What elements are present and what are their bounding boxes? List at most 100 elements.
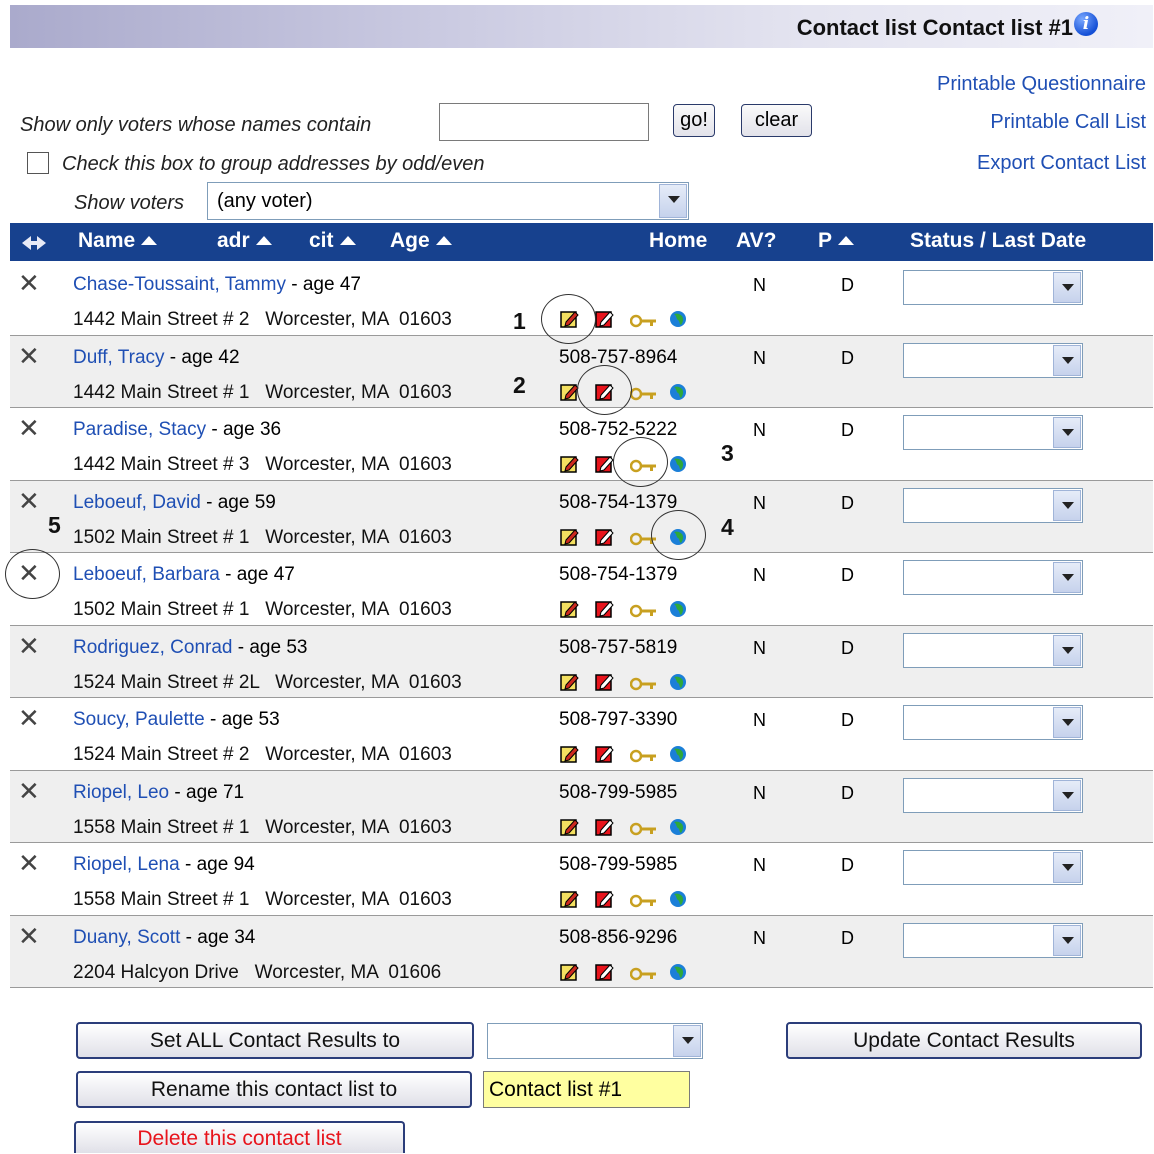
show-voters-select[interactable]: (any voter) [207, 182, 689, 220]
edit-notes-icon[interactable] [560, 599, 580, 625]
status-select[interactable] [903, 560, 1083, 595]
table-row: ✕ Riopel, Leo - age 71 1558 Main Street # … [10, 770, 1153, 843]
printable-call-list-link[interactable]: Printable Call List [990, 111, 1146, 134]
key-icon[interactable] [629, 675, 658, 698]
remove-x-icon[interactable]: ✕ [18, 778, 40, 804]
globe-icon[interactable] [669, 818, 687, 842]
export-contact-list-link[interactable]: Export Contact List [977, 152, 1146, 175]
voter-name-link[interactable]: Duany, Scott [73, 927, 180, 948]
rename-contact-list-button[interactable]: Rename this contact list to [76, 1071, 472, 1108]
remove-x-icon[interactable]: ✕ [18, 633, 40, 659]
sort-age-header[interactable]: Age [390, 229, 452, 253]
party-cell: D [841, 710, 854, 730]
group-odd-even-checkbox[interactable] [27, 152, 49, 174]
key-icon[interactable] [629, 965, 658, 988]
go-button[interactable]: go! [673, 104, 715, 137]
status-select[interactable] [903, 705, 1083, 740]
globe-icon[interactable] [669, 383, 687, 407]
voter-name-link[interactable]: Paradise, Stacy [73, 419, 206, 440]
sort-adr-header[interactable]: adr [217, 229, 272, 253]
edit-voter-icon[interactable] [595, 962, 615, 988]
voter-name-link[interactable]: Soucy, Paulette [73, 709, 205, 730]
edit-voter-icon[interactable] [595, 309, 615, 335]
printable-questionnaire-link[interactable]: Printable Questionnaire [937, 73, 1146, 96]
voter-name-link[interactable]: Leboeuf, Barbara [73, 564, 220, 585]
globe-icon[interactable] [669, 963, 687, 987]
key-icon[interactable] [629, 312, 658, 335]
annotation-4: 4 [721, 514, 734, 540]
globe-icon[interactable] [669, 745, 687, 769]
title-bar: Contact list Contact list #1 [10, 5, 1153, 48]
status-select[interactable] [903, 415, 1083, 450]
sort-ascending-icon [339, 236, 356, 245]
voter-name-link[interactable]: Chase-Toussaint, Tammy [73, 274, 286, 295]
voter-home-phone: 508-757-8964 [559, 346, 678, 368]
edit-notes-icon[interactable] [560, 962, 580, 988]
edit-voter-icon[interactable] [595, 744, 615, 770]
remove-x-icon[interactable]: ✕ [18, 270, 40, 296]
edit-notes-icon[interactable] [560, 889, 580, 915]
status-select[interactable] [903, 850, 1083, 885]
status-select[interactable] [903, 270, 1083, 305]
edit-voter-icon[interactable] [595, 527, 615, 553]
info-icon[interactable]: i [1074, 12, 1098, 36]
column-adr-label: adr [217, 229, 250, 252]
key-icon[interactable] [629, 892, 658, 915]
set-all-results-select[interactable] [487, 1023, 703, 1059]
remove-x-icon[interactable]: ✕ [18, 343, 40, 369]
name-filter-input[interactable] [439, 103, 649, 141]
edit-voter-icon[interactable] [595, 889, 615, 915]
absentee-voter-cell: N [753, 492, 766, 513]
status-select[interactable] [903, 487, 1083, 523]
globe-icon[interactable] [669, 890, 687, 914]
edit-voter-icon[interactable] [595, 817, 615, 843]
key-icon[interactable] [629, 385, 658, 408]
voter-name-link[interactable]: Duff, Tracy [73, 347, 165, 368]
sort-cit-header[interactable]: cit [309, 229, 356, 253]
remove-x-icon[interactable]: ✕ [18, 850, 40, 876]
key-icon[interactable] [629, 820, 658, 843]
edit-voter-icon[interactable] [595, 599, 615, 625]
key-icon[interactable] [629, 747, 658, 770]
edit-voter-icon[interactable] [595, 672, 615, 698]
status-select[interactable] [903, 342, 1083, 378]
voter-name-cell: Rodriguez, Conrad - age 53 [73, 637, 307, 659]
status-select[interactable] [903, 922, 1083, 958]
absentee-voter-cell: N [753, 565, 766, 585]
voter-name-cell: Chase-Toussaint, Tammy - age 47 [73, 274, 361, 296]
edit-voter-icon[interactable] [595, 454, 615, 480]
globe-icon[interactable] [669, 673, 687, 697]
edit-notes-icon[interactable] [560, 744, 580, 770]
remove-x-icon[interactable]: ✕ [18, 923, 40, 949]
set-all-results-button[interactable]: Set ALL Contact Results to [76, 1022, 474, 1059]
rename-contact-list-input[interactable]: Contact list #1 [483, 1071, 690, 1108]
row-action-icons [560, 599, 690, 619]
sort-party-header[interactable]: P [818, 229, 855, 253]
voter-name-link[interactable]: Riopel, Leo [73, 782, 169, 803]
column-status-label: Status / Last Date [910, 229, 1087, 252]
remove-x-icon[interactable]: ✕ [18, 488, 40, 514]
globe-icon[interactable] [669, 600, 687, 624]
key-icon[interactable] [629, 602, 658, 625]
voter-name-link[interactable]: Riopel, Lena [73, 854, 180, 875]
select-all-arrows-icon[interactable] [22, 233, 46, 257]
voter-name-link[interactable]: Rodriguez, Conrad [73, 637, 232, 658]
voter-name-link[interactable]: Leboeuf, David [73, 492, 201, 513]
edit-notes-icon[interactable] [560, 454, 580, 480]
update-contact-results-button[interactable]: Update Contact Results [786, 1022, 1142, 1059]
edit-notes-icon[interactable] [560, 527, 580, 553]
clear-button[interactable]: clear [741, 104, 812, 137]
absentee-voter-cell: N [753, 420, 766, 440]
voter-name-cell: Leboeuf, David - age 59 [73, 492, 276, 514]
remove-x-icon[interactable]: ✕ [18, 415, 40, 441]
voter-address: 1442 Main Street # 2 Worcester, MA 01603 [73, 309, 452, 330]
status-select[interactable] [903, 632, 1083, 668]
sort-name-header[interactable]: Name [78, 229, 158, 253]
delete-contact-list-button[interactable]: Delete this contact list [74, 1121, 405, 1153]
status-select[interactable] [903, 777, 1083, 813]
globe-icon[interactable] [669, 310, 687, 334]
edit-notes-icon[interactable] [560, 817, 580, 843]
remove-x-icon[interactable]: ✕ [18, 705, 40, 731]
globe-icon[interactable] [669, 455, 687, 479]
edit-notes-icon[interactable] [560, 672, 580, 698]
